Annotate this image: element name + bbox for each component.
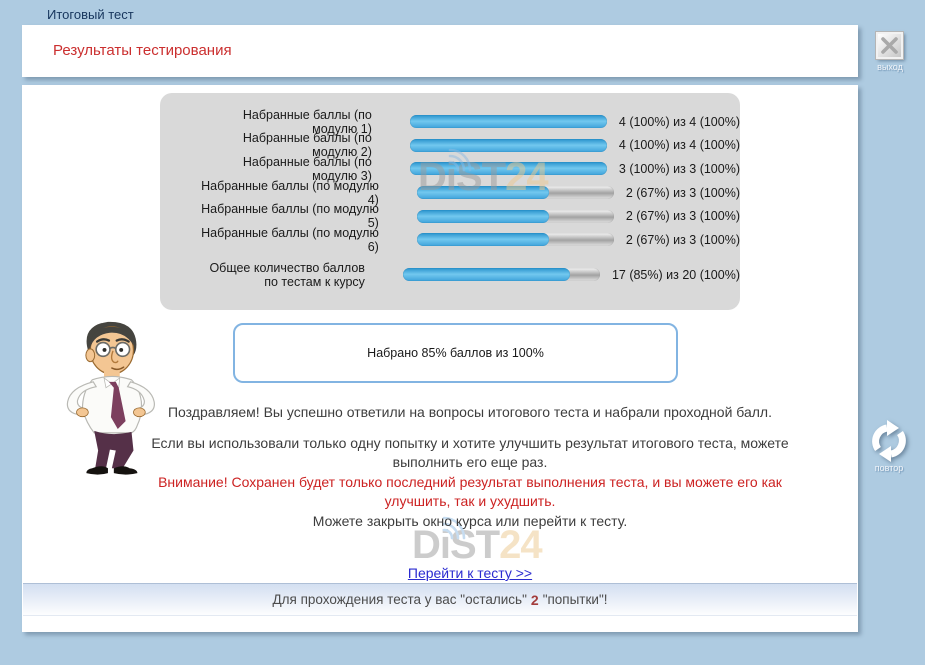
- window-title: Итоговый тест: [47, 7, 134, 22]
- progress-bar-fill: [417, 186, 549, 199]
- progress-bar: [403, 268, 600, 281]
- results-main-panel: Набранные баллы (по модулю 1) 4 (100%) и…: [22, 85, 858, 632]
- repeat-button[interactable]: [865, 417, 913, 465]
- total-score-label: Общее количество баллов по тестам к курс…: [200, 261, 365, 289]
- attempts-text-after: "попытки"!: [543, 592, 608, 607]
- module-score-row: Набранные баллы (по модулю 5) 2 (67%) из…: [160, 204, 740, 228]
- test-results-page: { "window": { "title": "Итоговый тест" }…: [0, 0, 925, 665]
- circular-arrows-icon: [865, 417, 913, 465]
- score-summary-text: Набрано 85% баллов из 100%: [367, 346, 544, 360]
- progress-bar: [410, 115, 607, 128]
- warning-text: Внимание! Сохранен будет только последни…: [140, 473, 800, 512]
- total-score-row: Общее количество баллов по тестам к курс…: [160, 254, 740, 296]
- attempts-count: 2: [527, 592, 543, 608]
- attempts-footer: Для прохождения теста у вас "остались" 2…: [23, 583, 857, 616]
- module-scores-panel: Набранные баллы (по модулю 1) 4 (100%) и…: [160, 93, 740, 310]
- module-score-value: 3 (100%) из 3 (100%): [619, 162, 740, 176]
- module-score-row: Набранные баллы (по модулю 1) 4 (100%) и…: [160, 110, 740, 134]
- progress-bar: [410, 162, 607, 175]
- progress-bar: [417, 233, 614, 246]
- module-score-value: 2 (67%) из 3 (100%): [626, 233, 740, 247]
- module-score-row: Набранные баллы (по модулю 2) 4 (100%) и…: [160, 134, 740, 158]
- module-score-value: 4 (100%) из 4 (100%): [619, 138, 740, 152]
- module-score-value: 2 (67%) из 3 (100%): [626, 209, 740, 223]
- module-score-row: Набранные баллы (по модулю 6) 2 (67%) из…: [160, 228, 740, 252]
- results-header-panel: Результаты тестирования: [22, 25, 858, 77]
- retry-info-text: Если вы использовали только одну попытку…: [140, 434, 800, 473]
- score-summary-box: Набрано 85% баллов из 100%: [233, 323, 678, 383]
- go-to-test-link[interactable]: Перейти к тесту >>: [408, 565, 532, 581]
- total-score-value: 17 (85%) из 20 (100%): [612, 268, 740, 282]
- repeat-button-label[interactable]: повтор: [859, 463, 919, 473]
- progress-bar: [410, 139, 607, 152]
- progress-bar-fill: [410, 115, 607, 128]
- progress-bar-fill: [403, 268, 570, 281]
- module-score-row: Набранные баллы (по модулю 3) 3 (100%) и…: [160, 157, 740, 181]
- exit-button[interactable]: [876, 32, 903, 59]
- module-score-value: 2 (67%) из 3 (100%): [626, 186, 740, 200]
- go-to-test-link-wrap: Перейти к тесту >>: [140, 564, 800, 584]
- progress-bar-fill: [417, 210, 549, 223]
- congrats-text: Поздравляем! Вы успешно ответили на вопр…: [140, 403, 800, 423]
- result-messages: Поздравляем! Вы успешно ответили на вопр…: [140, 403, 800, 584]
- progress-bar: [417, 186, 614, 199]
- progress-bar-fill: [410, 139, 607, 152]
- attempts-text-before: Для прохождения теста у вас "остались": [273, 592, 527, 607]
- module-score-label: Набранные баллы (по модулю 6): [200, 226, 379, 254]
- progress-bar: [417, 210, 614, 223]
- exit-button-label[interactable]: выход: [860, 62, 920, 72]
- page-title: Результаты тестирования: [53, 42, 232, 59]
- module-score-row: Набранные баллы (по модулю 4) 2 (67%) из…: [160, 181, 740, 205]
- close-note-text: Можете закрыть окно курса или перейти к …: [140, 512, 800, 532]
- progress-bar-fill: [417, 233, 549, 246]
- module-score-value: 4 (100%) из 4 (100%): [619, 115, 740, 129]
- close-x-icon: [880, 36, 899, 55]
- progress-bar-fill: [410, 162, 607, 175]
